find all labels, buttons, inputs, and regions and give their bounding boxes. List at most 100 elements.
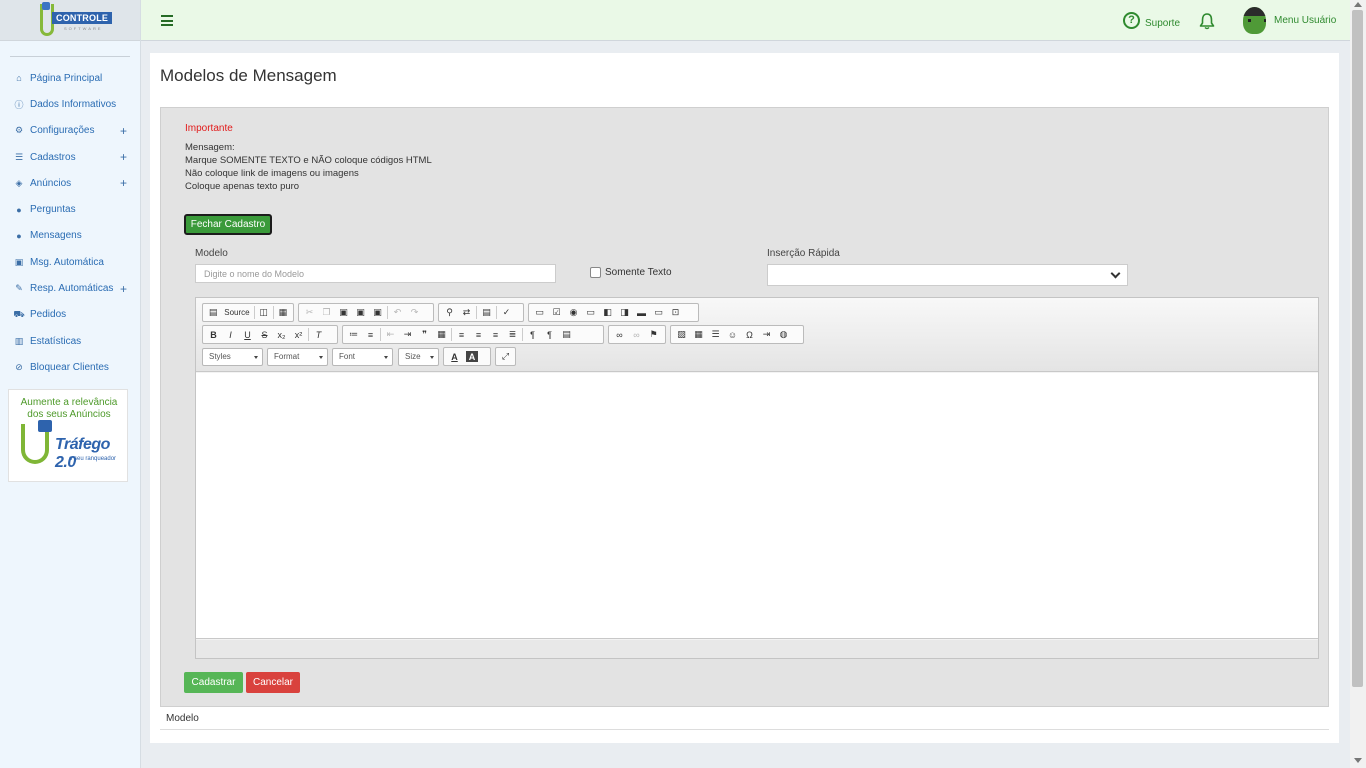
select-field-icon[interactable]: ◨ bbox=[616, 305, 633, 320]
textarea-icon[interactable]: ◧ bbox=[599, 305, 616, 320]
bell-icon[interactable] bbox=[1199, 12, 1215, 30]
language-icon[interactable]: ▤ bbox=[558, 327, 575, 342]
cancelar-button[interactable]: Cancelar bbox=[246, 672, 300, 693]
hamburger-menu-icon[interactable] bbox=[161, 15, 173, 26]
iframe-icon[interactable]: ◍ bbox=[775, 327, 792, 342]
page-break-icon[interactable]: ⇥ bbox=[758, 327, 775, 342]
redo-icon[interactable]: ↷ bbox=[406, 305, 423, 320]
paste-text-icon[interactable]: ▣ bbox=[352, 305, 369, 320]
align-right-icon[interactable]: ≡ bbox=[487, 327, 504, 342]
insercao-rapida-select[interactable] bbox=[767, 264, 1128, 286]
radio-icon[interactable]: ◉ bbox=[565, 305, 582, 320]
preview-icon[interactable]: ◫ bbox=[256, 305, 272, 320]
textfield-icon[interactable]: ▭ bbox=[582, 305, 599, 320]
horizontal-rule-icon[interactable]: ☰ bbox=[707, 327, 724, 342]
numbered-list-icon[interactable]: ≔ bbox=[345, 327, 362, 342]
special-char-icon[interactable]: Ω bbox=[741, 327, 758, 342]
image-button-icon[interactable]: ▭ bbox=[650, 305, 667, 320]
somente-texto-checkbox[interactable] bbox=[590, 267, 601, 278]
div-container-icon[interactable]: ▦ bbox=[433, 327, 450, 342]
somente-texto-label[interactable]: Somente Texto bbox=[605, 267, 672, 278]
plus-icon[interactable]: + bbox=[120, 176, 127, 190]
unlink-icon[interactable]: ∞ bbox=[628, 327, 645, 342]
cut-icon[interactable]: ✂ bbox=[301, 305, 318, 320]
sidebar-item-perguntas[interactable]: ● Perguntas bbox=[0, 196, 140, 222]
superscript-icon[interactable]: x² bbox=[290, 327, 307, 342]
outdent-icon[interactable]: ⇤ bbox=[382, 327, 399, 342]
sidebar-item-mensagens[interactable]: ● Mensagens bbox=[0, 223, 140, 249]
justify-icon[interactable]: ≣ bbox=[504, 327, 521, 342]
font-combo[interactable]: Font bbox=[332, 348, 393, 366]
cadastrar-button[interactable]: Cadastrar bbox=[184, 672, 243, 693]
source-button-label[interactable]: Source bbox=[221, 308, 252, 317]
close-form-button[interactable]: Fechar Cadastro bbox=[184, 214, 272, 235]
scroll-down-arrow-icon[interactable] bbox=[1354, 758, 1362, 763]
sidebar-item-resp-automaticas[interactable]: ✎ Resp. Automáticas + bbox=[0, 275, 140, 301]
sidebar-item-cadastros[interactable]: ☰ Cadastros + bbox=[0, 144, 140, 170]
sidebar: CONTROLE SOFTWARE ⌂ Página Principal ⓘ Dado… bbox=[0, 0, 141, 768]
undo-icon[interactable]: ↶ bbox=[389, 305, 406, 320]
size-combo[interactable]: Size bbox=[398, 348, 439, 366]
blockquote-icon[interactable]: ❞ bbox=[416, 327, 433, 342]
anchor-icon[interactable]: ⚑ bbox=[645, 327, 662, 342]
hidden-field-icon[interactable]: ⊡ bbox=[667, 305, 684, 320]
strike-icon[interactable]: S bbox=[256, 327, 273, 342]
bulleted-list-icon[interactable]: ≡ bbox=[362, 327, 379, 342]
editor-content-area[interactable] bbox=[196, 373, 1318, 639]
support-link[interactable]: ? Suporte bbox=[1123, 12, 1180, 29]
form-icon[interactable]: ▭ bbox=[531, 305, 548, 320]
sidebar-item-dados-informativos[interactable]: ⓘ Dados Informativos bbox=[0, 91, 140, 117]
paste-word-icon[interactable]: ▣ bbox=[369, 305, 386, 320]
sidebar-item-configuracoes[interactable]: ⚙ Configurações + bbox=[0, 118, 140, 144]
table-icon[interactable]: ▦ bbox=[690, 327, 707, 342]
select-all-icon[interactable]: ▤ bbox=[478, 305, 495, 320]
remove-format-icon[interactable]: T bbox=[310, 327, 327, 342]
ltr-icon[interactable]: ¶ bbox=[524, 327, 541, 342]
rtl-icon[interactable]: ¶ bbox=[541, 327, 558, 342]
indent-icon[interactable]: ⇥ bbox=[399, 327, 416, 342]
subscript-icon[interactable]: x₂ bbox=[273, 327, 290, 342]
comment-icon: ● bbox=[16, 204, 22, 215]
gear-icon: ⚙ bbox=[14, 125, 24, 136]
italic-icon[interactable]: I bbox=[222, 327, 239, 342]
sidebar-item-msg-automatica[interactable]: ▣ Msg. Automática bbox=[0, 249, 140, 275]
sidebar-item-pagina-principal[interactable]: ⌂ Página Principal bbox=[0, 65, 140, 91]
smiley-icon[interactable]: ☺ bbox=[724, 327, 741, 342]
underline-icon[interactable]: U bbox=[239, 327, 256, 342]
checkbox-icon[interactable]: ☑ bbox=[548, 305, 565, 320]
page-scrollbar[interactable] bbox=[1350, 0, 1366, 768]
source-icon[interactable]: ▤ bbox=[205, 305, 221, 320]
format-combo[interactable]: Format bbox=[267, 348, 328, 366]
button-field-icon[interactable]: ▬ bbox=[633, 305, 650, 320]
align-center-icon[interactable]: ≡ bbox=[470, 327, 487, 342]
background-color-icon[interactable]: A bbox=[466, 351, 478, 362]
replace-icon[interactable]: ⇄ bbox=[458, 305, 475, 320]
styles-combo[interactable]: Styles bbox=[202, 348, 263, 366]
column-header-modelo[interactable]: Modelo bbox=[166, 713, 199, 724]
plus-icon[interactable]: + bbox=[120, 150, 127, 164]
sidebar-item-bloquear-clientes[interactable]: ⊘ Bloquear Clientes bbox=[0, 354, 140, 380]
align-left-icon[interactable]: ≡ bbox=[453, 327, 470, 342]
paste-icon[interactable]: ▣ bbox=[335, 305, 352, 320]
sidebar-item-estatisticas[interactable]: ▥ Estatísticas bbox=[0, 328, 140, 354]
scroll-up-arrow-icon[interactable] bbox=[1354, 2, 1362, 7]
sidebar-item-pedidos[interactable]: ⛟ Pedidos bbox=[0, 302, 140, 328]
maximize-icon[interactable]: ⤢ bbox=[498, 349, 513, 364]
bold-icon[interactable]: B bbox=[205, 327, 222, 342]
image-icon[interactable]: ▨ bbox=[673, 327, 690, 342]
plus-icon[interactable]: + bbox=[120, 282, 127, 296]
spellcheck-icon[interactable]: ✓ bbox=[498, 305, 515, 320]
find-icon[interactable]: ⚲ bbox=[441, 305, 458, 320]
logo[interactable]: CONTROLE SOFTWARE bbox=[30, 2, 113, 38]
templates-icon[interactable]: ▦ bbox=[275, 305, 291, 320]
trafego-banner[interactable]: Aumente a relevância dos seus Anúncios T… bbox=[8, 389, 128, 482]
scrollbar-thumb[interactable] bbox=[1352, 10, 1363, 687]
plus-icon[interactable]: + bbox=[120, 124, 127, 138]
styles-combo-label: Styles bbox=[209, 352, 231, 361]
modelo-input[interactable] bbox=[195, 264, 556, 283]
copy-icon[interactable]: ❐ bbox=[318, 305, 335, 320]
link-icon[interactable]: ∞ bbox=[611, 327, 628, 342]
user-menu[interactable]: Menu Usuário bbox=[1243, 7, 1336, 34]
text-color-icon[interactable]: A bbox=[446, 349, 463, 364]
sidebar-item-anuncios[interactable]: ◈ Anúncios + bbox=[0, 170, 140, 196]
